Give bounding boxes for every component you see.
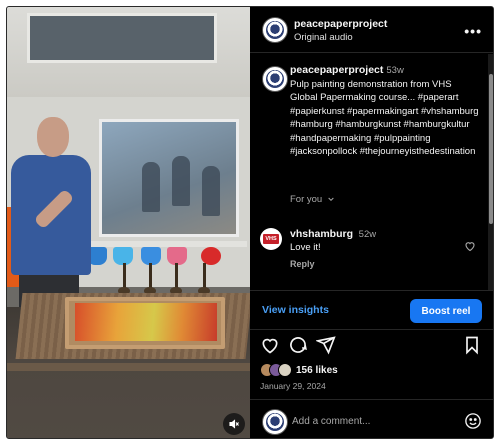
reel-video[interactable] bbox=[7, 7, 250, 438]
caption-avatar[interactable] bbox=[262, 66, 288, 92]
commenter-avatar[interactable]: VHS bbox=[260, 228, 282, 250]
boost-reel-button[interactable]: Boost reel bbox=[410, 299, 482, 323]
author-avatar[interactable] bbox=[262, 17, 288, 43]
likes-row[interactable]: 156 likes bbox=[260, 363, 338, 377]
vhs-logo: VHS bbox=[263, 234, 279, 244]
liker-avatar bbox=[278, 363, 292, 377]
post-side-panel: peacepaperproject Original audio ••• pea… bbox=[250, 7, 493, 438]
comment-like-icon[interactable] bbox=[464, 240, 476, 252]
share-icon[interactable] bbox=[316, 335, 336, 355]
insights-bar: View insights Boost reel bbox=[250, 290, 493, 330]
for-you-label: For you bbox=[290, 194, 323, 205]
post-header: peacepaperproject Original audio ••• bbox=[250, 7, 493, 53]
more-options-icon[interactable]: ••• bbox=[464, 23, 482, 39]
audio-label[interactable]: Original audio bbox=[294, 32, 353, 43]
post-date: January 29, 2024 bbox=[260, 381, 326, 391]
caption-text: Pulp painting demonstration from VHS Glo… bbox=[290, 78, 479, 158]
video-scene-window-mid bbox=[99, 119, 239, 237]
caption-username[interactable]: peacepaperproject bbox=[290, 64, 383, 76]
comment-time: 52w bbox=[358, 229, 377, 240]
comment-icon[interactable] bbox=[288, 335, 308, 355]
likes-count[interactable]: 156 likes bbox=[296, 365, 338, 376]
comment-item: vhshamburg 52w Love it! bbox=[290, 228, 376, 254]
current-user-avatar bbox=[262, 409, 288, 435]
bookmark-icon[interactable] bbox=[462, 335, 482, 355]
video-scene-window bbox=[27, 13, 217, 63]
reply-button[interactable]: Reply bbox=[290, 259, 315, 269]
comments-section: peacepaperproject 53w Pulp painting demon… bbox=[250, 54, 493, 290]
post-actions bbox=[250, 335, 493, 361]
emoji-icon[interactable] bbox=[464, 412, 482, 430]
speaker-muted-icon bbox=[229, 419, 239, 429]
add-comment-input[interactable]: Add a comment... bbox=[292, 416, 370, 427]
heart-icon[interactable] bbox=[260, 335, 280, 355]
mute-button[interactable] bbox=[223, 413, 245, 435]
caption-time: 53w bbox=[386, 65, 404, 76]
add-comment-bar: Add a comment... bbox=[250, 399, 493, 438]
post-modal: peacepaperproject Original audio ••• pea… bbox=[6, 6, 494, 439]
view-insights-link[interactable]: View insights bbox=[262, 304, 329, 316]
comment-username[interactable]: vhshamburg bbox=[290, 228, 353, 240]
video-scene-man-head bbox=[37, 117, 69, 157]
for-you-dropdown[interactable]: For you bbox=[290, 194, 335, 205]
author-username[interactable]: peacepaperproject bbox=[294, 18, 387, 30]
post-caption: peacepaperproject 53w Pulp painting demon… bbox=[290, 64, 480, 159]
comments-scrollbar[interactable] bbox=[488, 54, 493, 290]
chevron-down-icon bbox=[328, 198, 334, 202]
comment-text: Love it! bbox=[290, 242, 321, 253]
video-scene-pulp-painting bbox=[75, 303, 217, 341]
